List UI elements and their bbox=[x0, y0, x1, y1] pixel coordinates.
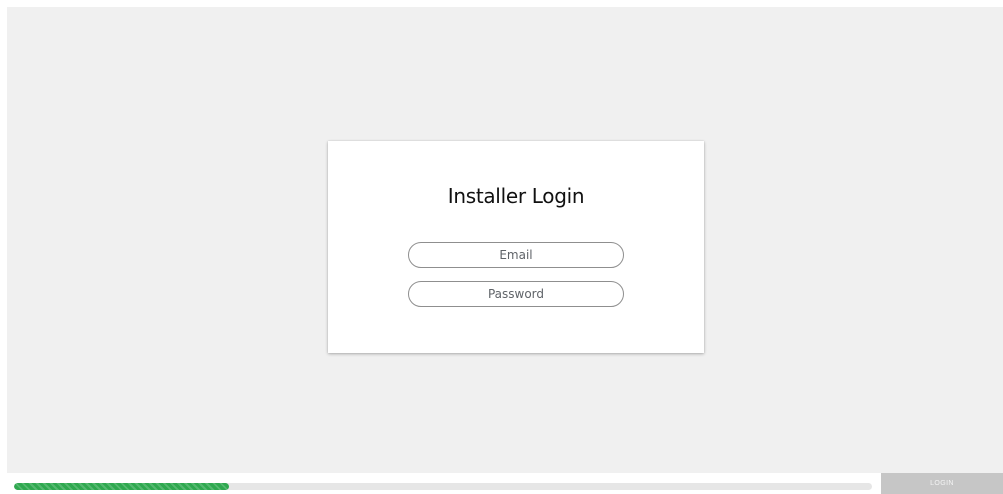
main-panel: Installer Login bbox=[7, 7, 1003, 473]
login-button[interactable]: LOGIN bbox=[881, 473, 1003, 494]
top-strip bbox=[0, 0, 1003, 7]
progress-bar bbox=[14, 483, 872, 490]
progress-fill bbox=[14, 483, 229, 490]
bottom-bar: LOGIN bbox=[0, 473, 1003, 494]
login-card: Installer Login bbox=[328, 141, 704, 353]
email-input[interactable] bbox=[408, 242, 624, 268]
login-title: Installer Login bbox=[447, 184, 585, 208]
password-input[interactable] bbox=[408, 281, 624, 307]
